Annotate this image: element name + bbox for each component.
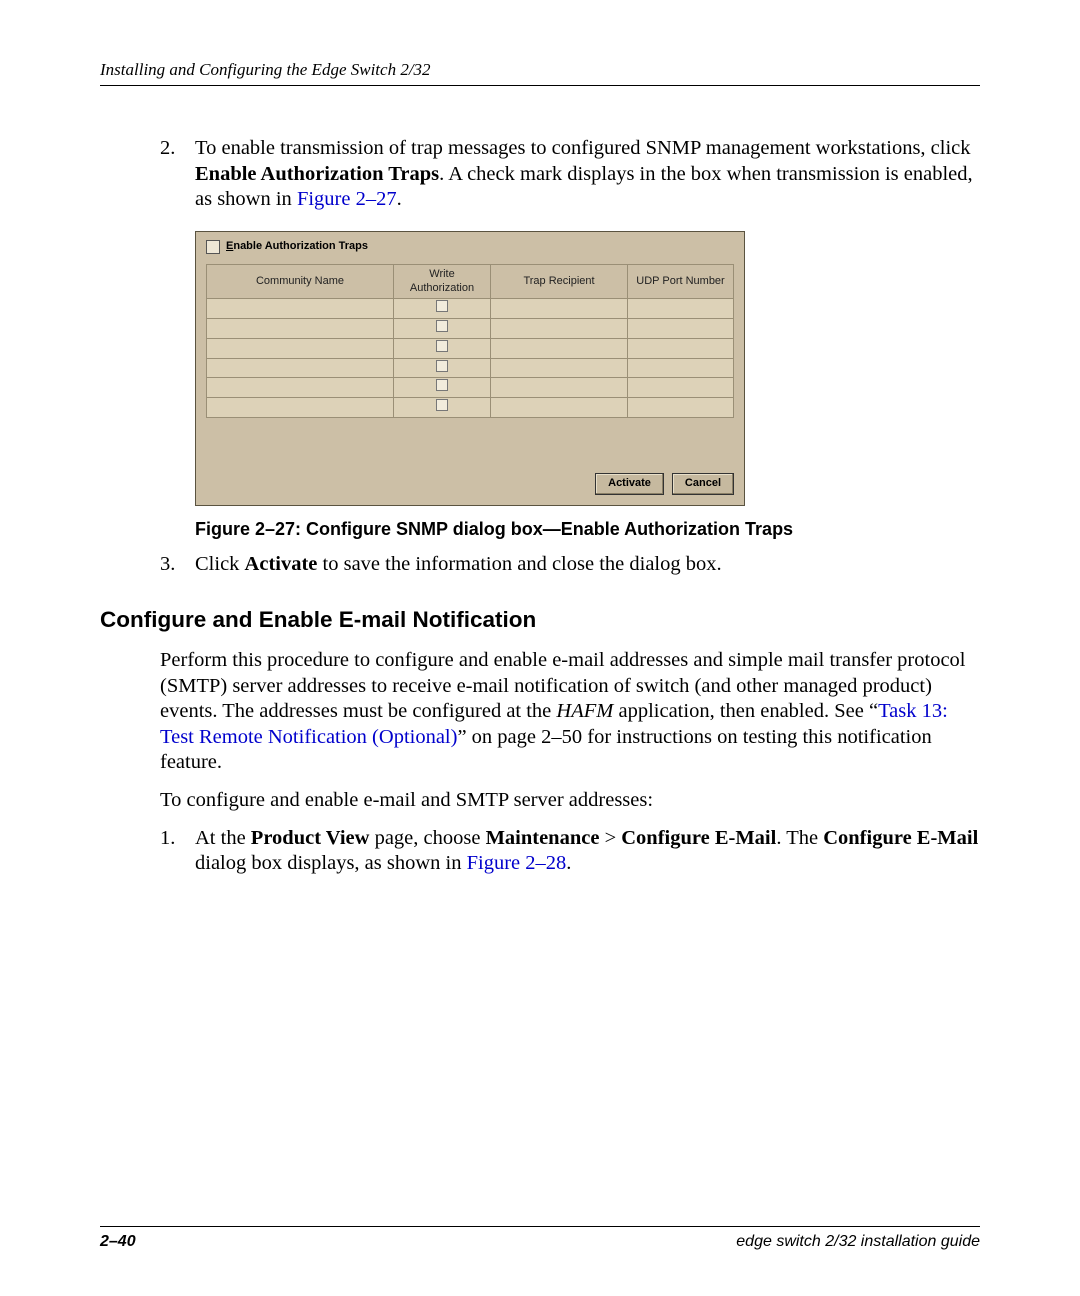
step-number: 3.: [160, 552, 195, 578]
paragraph: Perform this procedure to configure and …: [160, 648, 980, 776]
cell[interactable]: [491, 358, 628, 378]
text: page, choose: [369, 827, 485, 849]
label-rest: nable Authorization Traps: [233, 240, 368, 252]
cell[interactable]: [207, 338, 394, 358]
snmp-dialog: Enable Authorization Traps Community Nam…: [195, 231, 745, 506]
dialog-buttons: Activate Cancel: [206, 473, 734, 495]
text: .: [566, 852, 571, 874]
write-auth-cell[interactable]: [394, 358, 491, 378]
italic-text: HAFM: [556, 700, 613, 722]
page-footer: 2–40 edge switch 2/32 installation guide: [100, 1226, 980, 1251]
checkbox-icon[interactable]: [436, 300, 448, 312]
footer-title: edge switch 2/32 installation guide: [736, 1233, 980, 1251]
text: To enable transmission of trap messages …: [195, 137, 971, 159]
col-udp: UDP Port Number: [628, 264, 734, 299]
figure-link[interactable]: Figure 2–28: [467, 852, 567, 874]
step-2: 2. To enable transmission of trap messag…: [160, 136, 980, 213]
bold-text: Product View: [251, 827, 370, 849]
step-text: At the Product View page, choose Mainten…: [195, 826, 980, 877]
step-number: 2.: [160, 136, 195, 213]
cell[interactable]: [628, 319, 734, 339]
activate-button[interactable]: Activate: [595, 473, 664, 495]
checkbox-icon[interactable]: [436, 360, 448, 372]
cell[interactable]: [491, 299, 628, 319]
paragraph: To configure and enable e-mail and SMTP …: [160, 788, 980, 814]
cell[interactable]: [207, 358, 394, 378]
text: Click: [195, 553, 245, 575]
checkbox-icon[interactable]: [436, 320, 448, 332]
cell[interactable]: [628, 338, 734, 358]
bold-text: Maintenance: [486, 827, 600, 849]
cell[interactable]: [207, 378, 394, 398]
enable-traps-row: Enable Authorization Traps: [206, 240, 734, 264]
page-number: 2–40: [100, 1233, 136, 1251]
step-1: 1. At the Product View page, choose Main…: [160, 826, 980, 877]
figure-2-27: Enable Authorization Traps Community Nam…: [195, 231, 980, 506]
checkbox-icon[interactable]: [436, 399, 448, 411]
step-3: 3. Click Activate to save the informatio…: [160, 552, 980, 578]
bold-text: Configure E-Mail: [823, 827, 978, 849]
write-auth-cell[interactable]: [394, 319, 491, 339]
checkbox-icon[interactable]: [436, 379, 448, 391]
bold-text: Enable Authorization Traps: [195, 163, 439, 185]
text: At the: [195, 827, 251, 849]
section-heading: Configure and Enable E-mail Notification: [100, 606, 980, 634]
cell[interactable]: [207, 299, 394, 319]
cell[interactable]: [628, 398, 734, 418]
col-community: Community Name: [207, 264, 394, 299]
col-write: Write Authorization: [394, 264, 491, 299]
write-auth-cell[interactable]: [394, 378, 491, 398]
cell[interactable]: [491, 338, 628, 358]
cell[interactable]: [491, 378, 628, 398]
enable-traps-checkbox[interactable]: [206, 240, 220, 254]
enable-traps-label: Enable Authorization Traps: [226, 240, 368, 254]
write-auth-cell[interactable]: [394, 398, 491, 418]
cell[interactable]: [491, 398, 628, 418]
text: dialog box displays, as shown in: [195, 852, 467, 874]
text: .: [397, 188, 402, 210]
snmp-table: Community Name Write Authorization Trap …: [206, 264, 734, 418]
text: . The: [776, 827, 823, 849]
page-header: Installing and Configuring the Edge Swit…: [100, 60, 980, 86]
text: >: [599, 827, 621, 849]
step-number: 1.: [160, 826, 195, 877]
step-text: Click Activate to save the information a…: [195, 552, 980, 578]
checkbox-icon[interactable]: [436, 340, 448, 352]
cell[interactable]: [207, 398, 394, 418]
cell[interactable]: [628, 358, 734, 378]
cell[interactable]: [628, 378, 734, 398]
bold-text: Activate: [245, 553, 318, 575]
cell[interactable]: [491, 319, 628, 339]
write-auth-cell[interactable]: [394, 299, 491, 319]
header-title: Installing and Configuring the Edge Swit…: [100, 60, 431, 79]
text: application, then enabled. See “: [613, 700, 878, 722]
figure-link[interactable]: Figure 2–27: [297, 188, 397, 210]
text: to save the information and close the di…: [317, 553, 721, 575]
cell[interactable]: [628, 299, 734, 319]
step-text: To enable transmission of trap messages …: [195, 136, 980, 213]
write-auth-cell[interactable]: [394, 338, 491, 358]
cancel-button[interactable]: Cancel: [672, 473, 734, 495]
bold-text: Configure E-Mail: [621, 827, 776, 849]
cell[interactable]: [207, 319, 394, 339]
figure-caption: Figure 2–27: Configure SNMP dialog box—E…: [195, 518, 980, 541]
col-trap: Trap Recipient: [491, 264, 628, 299]
